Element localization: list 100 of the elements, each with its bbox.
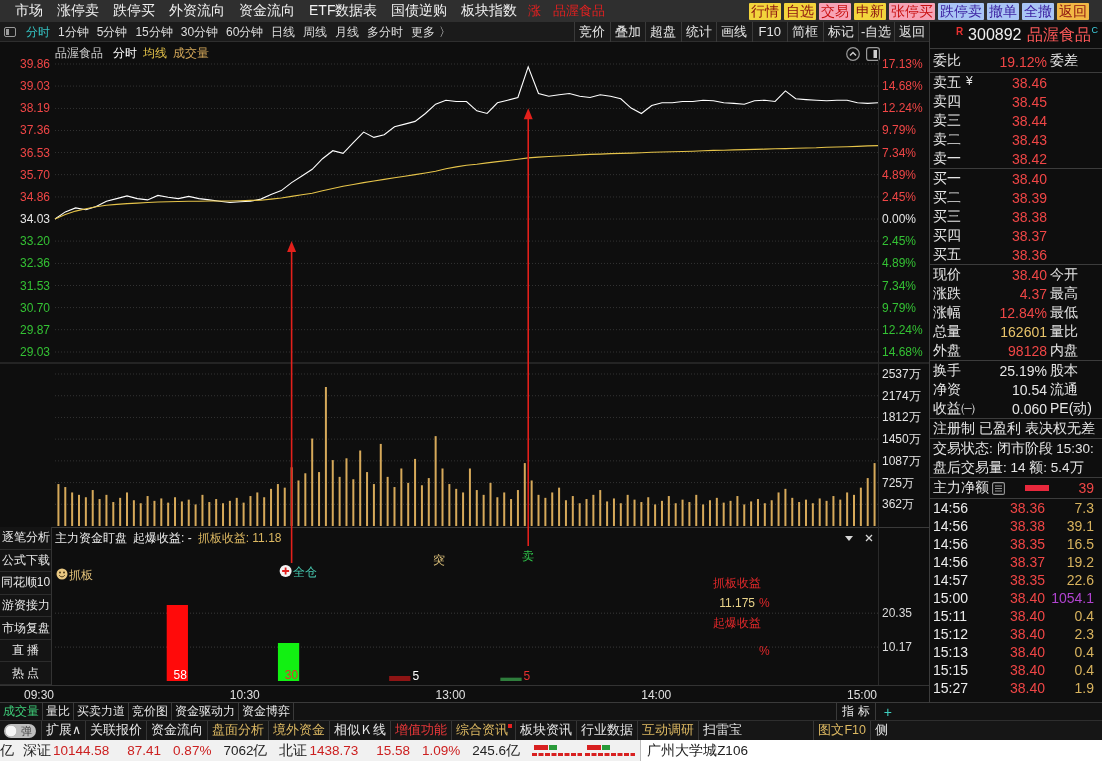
trade-price: 38.40 (1008, 590, 1045, 606)
quick-button[interactable]: 撤单 (987, 2, 1019, 20)
quote-label: PE(动) (1049, 399, 1093, 418)
bid-label: 买五 (933, 245, 962, 264)
close-icon[interactable] (865, 534, 873, 542)
menu-item[interactable]: 板块指数 (454, 2, 525, 20)
volume-bar (510, 499, 513, 526)
panel-icon[interactable] (866, 47, 880, 61)
percent-axis-label: 2.45% (882, 234, 917, 249)
period-tab[interactable]: 多分时 (367, 22, 404, 41)
side-menu-item[interactable]: 直 播 (0, 639, 51, 663)
menu-item[interactable]: 资金流向 (232, 2, 302, 20)
tool-button[interactable]: 画线 (716, 21, 752, 42)
side-menu-item[interactable]: 市场复盘 (0, 617, 51, 640)
period-tab[interactable]: 分时 (26, 22, 50, 41)
volume-bar (832, 496, 835, 526)
quote-label: 现价 (933, 265, 962, 284)
percent-axis-label: 0.00% (882, 212, 917, 227)
menu-item[interactable]: 国债逆购 (384, 2, 455, 20)
list-icon[interactable] (992, 481, 1005, 495)
quick-button[interactable]: 返回 (1057, 2, 1089, 20)
volume-bar (585, 499, 588, 526)
stat-unit: % (759, 596, 770, 610)
period-tab[interactable]: 1分钟 (58, 22, 89, 41)
sidebar-toggle-icon[interactable] (4, 26, 16, 37)
volume-bar (304, 473, 307, 526)
volume-bar (441, 468, 444, 526)
add-button[interactable]: + (879, 703, 896, 720)
percent-axis-label: 4.89% (882, 167, 917, 182)
volume-bar (400, 468, 403, 526)
volume-bar (475, 490, 478, 526)
price-axis-label: 39.03 (19, 79, 50, 94)
quick-button[interactable]: 跌停卖 (938, 2, 984, 20)
percent-axis-label: 17.13% (882, 57, 923, 71)
period-tab[interactable]: 60分钟 (226, 22, 264, 41)
volume-bar (791, 497, 794, 526)
tool-button[interactable]: 简框 (787, 21, 823, 42)
stock-tags: 注册制 已盈利 表决权无差 (933, 419, 1095, 438)
quote-label: 收益㈠ (933, 399, 976, 418)
tool-button[interactable]: 返回 (893, 21, 929, 42)
bid-price: 38.38 (1010, 208, 1047, 225)
tool-button[interactable]: 超盘 (645, 21, 681, 42)
side-menu-item[interactable]: 逐笔分析 (0, 527, 51, 550)
volume-bar (503, 492, 506, 526)
volume-axis-label: 1087万 (882, 453, 921, 468)
index-change: 15.58 (376, 743, 411, 758)
volume-axis-label: 1450万 (882, 432, 921, 447)
tool-button[interactable]: F10 (751, 21, 787, 42)
stock-suffix: C (1091, 25, 1098, 35)
volume-bar (290, 467, 293, 526)
volume-bar (222, 503, 225, 526)
volume-bar (708, 500, 711, 526)
quick-button[interactable]: 自选 (784, 2, 816, 20)
period-tab[interactable]: 5分钟 (96, 22, 128, 41)
side-menu-item[interactable]: 热 点 (0, 662, 51, 686)
menu-item[interactable]: 跌停买 (106, 2, 162, 20)
tool-button[interactable]: 叠加 (609, 21, 645, 42)
dropdown-icon[interactable] (845, 536, 853, 541)
tool-button[interactable]: 统计 (680, 21, 716, 42)
volume-bar (208, 502, 211, 526)
volume-bar (105, 494, 108, 526)
quick-button[interactable]: 申新 (854, 2, 886, 20)
period-tab[interactable]: 日线 (271, 22, 296, 41)
up-arrow-circle-icon[interactable] (846, 47, 860, 61)
volume-bar (544, 497, 547, 526)
menu-item[interactable]: 外资流向 (162, 2, 232, 20)
trade-time: 15:11 (933, 608, 968, 624)
menu-item[interactable]: ETF数据表 (302, 2, 385, 20)
tool-button[interactable]: 标记 (822, 21, 858, 42)
volume-bar (811, 503, 814, 526)
quote-value: 0.060 (1010, 400, 1047, 417)
price-axis-label: 38.19 (19, 101, 50, 116)
side-menu-item[interactable]: 游资接力 (0, 594, 51, 618)
period-tab[interactable]: 15分钟 (135, 22, 173, 41)
side-menu-item[interactable]: 同花顺10 (0, 572, 51, 595)
ask-price: 38.43 (1010, 131, 1047, 148)
tool-button[interactable]: 竞价 (574, 21, 610, 42)
period-tab[interactable]: 周线 (303, 22, 328, 41)
volume-bar (407, 482, 410, 526)
menu-item[interactable]: 市场 (8, 2, 50, 20)
quick-button[interactable]: 行情 (749, 2, 781, 20)
trade-volume: 22.6 (1065, 572, 1095, 588)
volume-bar (626, 494, 629, 526)
volume-bar (770, 500, 773, 526)
index-percent: 1.09% (422, 743, 461, 758)
tool-button[interactable]: -自选 (858, 21, 894, 42)
popup-toggle[interactable]: 弹 (4, 723, 36, 738)
volume-axis-label: 2174万 (882, 388, 921, 403)
period-tab[interactable]: 月线 (335, 22, 360, 41)
quick-button[interactable]: 全撤 (1022, 2, 1054, 20)
period-tab[interactable]: 30分钟 (180, 22, 219, 41)
menu-item[interactable]: 涨停卖 (50, 2, 106, 20)
side-menu-item[interactable]: 公式下载 (0, 549, 51, 573)
volume-bar (201, 494, 204, 526)
percent-axis-label: 9.79% (882, 300, 917, 315)
volume-bar (818, 498, 821, 526)
volume-bar (256, 492, 259, 526)
quote-value: 38.40 (1010, 266, 1047, 283)
quote-value: 162601 (999, 323, 1047, 340)
period-tab[interactable]: 更多 〉 (411, 22, 451, 41)
